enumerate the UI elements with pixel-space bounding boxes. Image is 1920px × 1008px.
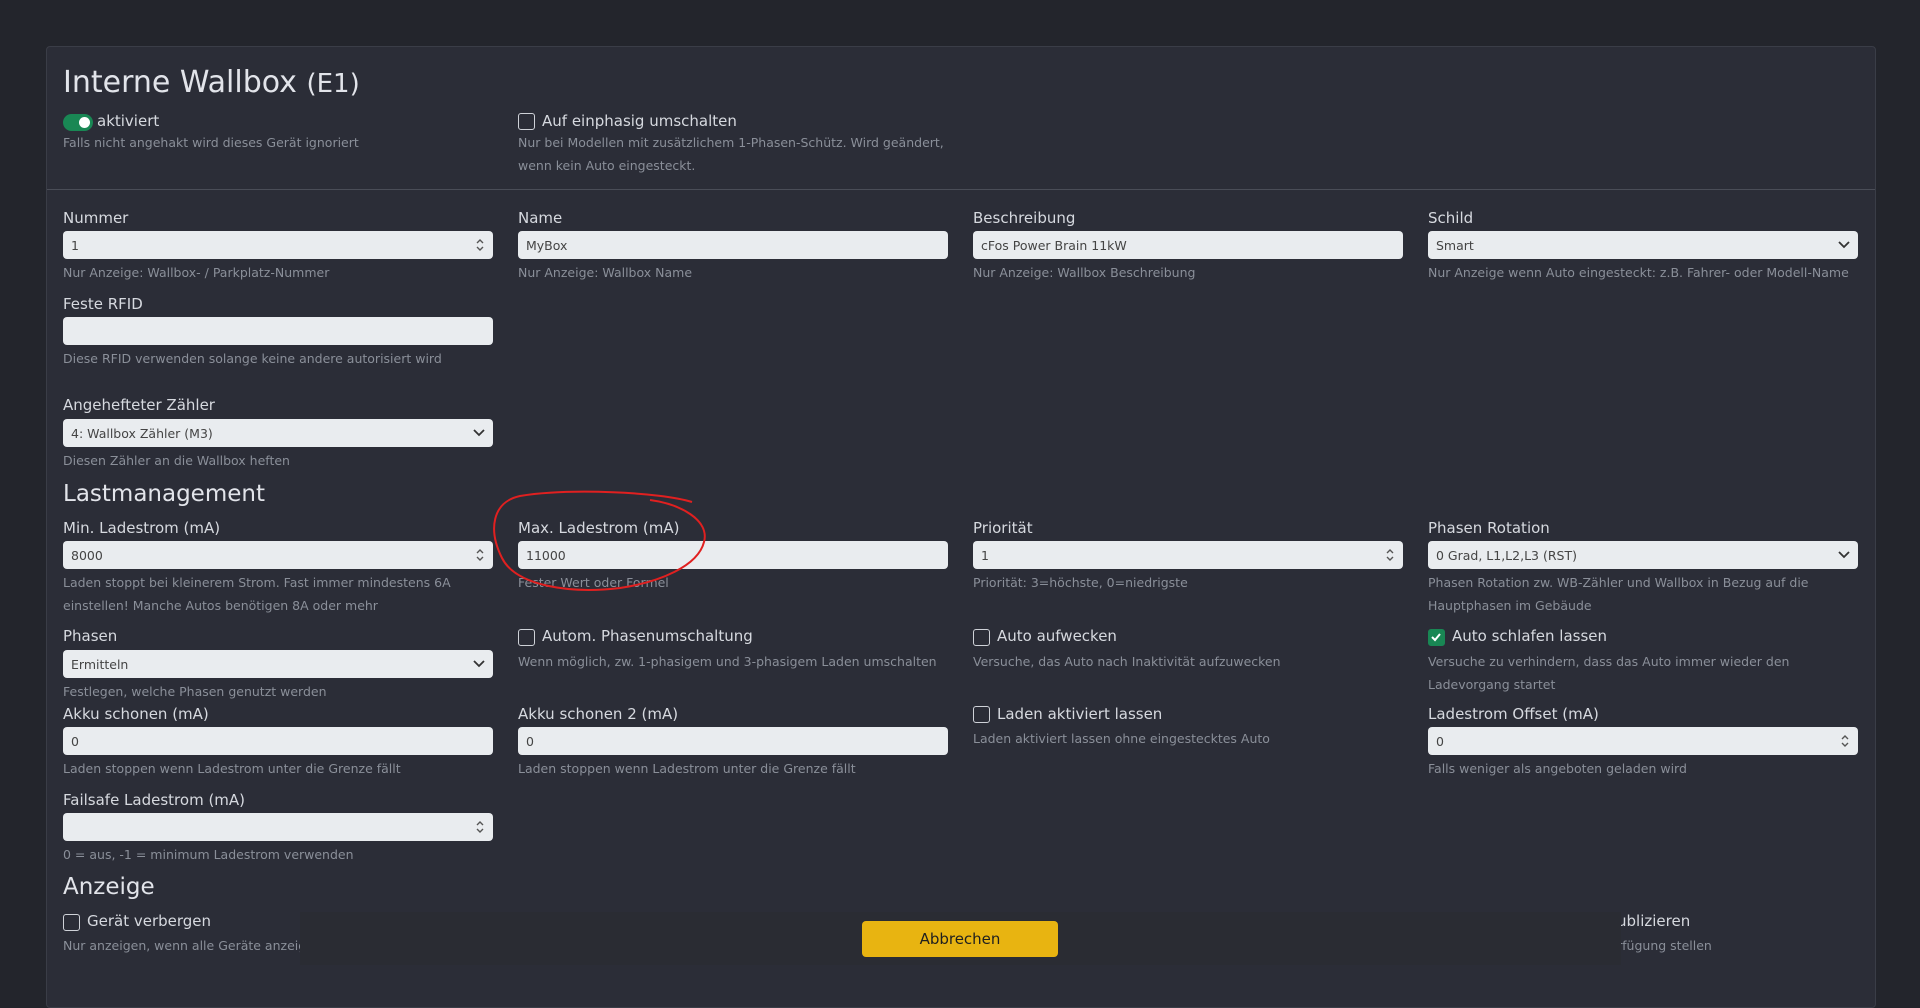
rfid-label: Feste RFID — [63, 295, 143, 313]
name-label: Name — [518, 209, 563, 227]
hide-device-checkbox[interactable] — [63, 914, 80, 931]
meter-label: Angehefteter Zähler — [63, 396, 215, 414]
wake-car-checkbox[interactable] — [973, 629, 990, 646]
min-current-label: Min. Ladestrom (mA) — [63, 519, 221, 537]
keep-charging-help: Laden aktiviert lassen ohne eingesteckte… — [973, 731, 1270, 746]
title-suffix: (E1) — [306, 69, 360, 99]
active-help: Falls nicht angehakt wird dieses Gerät i… — [63, 135, 359, 150]
current-offset-help: Falls weniger als angeboten geladen wird — [1428, 761, 1687, 776]
priority-input[interactable]: 1 — [973, 541, 1403, 569]
priority-help: Priorität: 3=höchste, 0=niedrigste — [973, 575, 1188, 590]
hide-device-help: Nur anzeigen, wenn alle Geräte anzeigen — [63, 938, 322, 953]
battery-save2-help: Laden stoppen wenn Ladestrom unter die G… — [518, 761, 856, 776]
active-toggle[interactable] — [63, 114, 93, 131]
sign-value: Smart — [1436, 237, 1474, 253]
number-help: Nur Anzeige: Wallbox- / Parkplatz-Nummer — [63, 265, 330, 280]
battery-save-help: Laden stoppen wenn Ladestrom unter die G… — [63, 761, 401, 776]
rfid-help: Diese RFID verwenden solange keine ander… — [63, 351, 442, 366]
cancel-button[interactable]: Abbrechen — [862, 921, 1058, 957]
phase-rotation-select[interactable]: 0 Grad, L1,L2,L3 (RST) — [1428, 541, 1858, 569]
keep-charging-checkbox[interactable] — [973, 706, 990, 723]
name-input[interactable]: MyBox — [518, 231, 948, 259]
sleep-car-checkbox[interactable] — [1428, 629, 1445, 646]
title-text: Interne Wallbox — [63, 65, 297, 100]
auto-phase-checkbox[interactable] — [518, 629, 535, 646]
wake-car-help: Versuche, das Auto nach Inaktivität aufz… — [973, 654, 1281, 669]
hide-device-label: Gerät verbergen — [87, 912, 212, 930]
spinner-icon[interactable] — [475, 547, 485, 563]
single-phase-label: Auf einphasig umschalten — [542, 112, 737, 130]
failsafe-help: 0 = aus, -1 = minimum Ladestrom verwende… — [63, 847, 354, 862]
section-lastmanagement: Lastmanagement — [63, 481, 265, 507]
battery-save-value: 0 — [71, 733, 79, 749]
phases-value: Ermitteln — [71, 656, 129, 672]
publish-help: rfügung stellen — [1617, 938, 1712, 953]
battery-save2-label: Akku schonen 2 (mA) — [518, 705, 679, 723]
min-current-input[interactable]: 8000 — [63, 541, 493, 569]
priority-label: Priorität — [973, 519, 1033, 537]
sign-help: Nur Anzeige wenn Auto eingesteckt: z.B. … — [1428, 265, 1849, 280]
name-value: MyBox — [526, 237, 568, 253]
number-label: Nummer — [63, 209, 129, 227]
description-label: Beschreibung — [973, 209, 1076, 227]
meter-value: 4: Wallbox Zähler (M3) — [71, 425, 213, 441]
chevron-down-icon — [1838, 241, 1850, 249]
section-anzeige: Anzeige — [63, 874, 155, 900]
wake-car-label: Auto aufwecken — [997, 627, 1117, 645]
failsafe-input[interactable] — [63, 813, 493, 841]
name-help: Nur Anzeige: Wallbox Name — [518, 265, 693, 280]
current-offset-input[interactable]: 0 — [1428, 727, 1858, 755]
number-value: 1 — [71, 237, 79, 253]
spinner-icon[interactable] — [475, 237, 485, 253]
phase-rotation-value: 0 Grad, L1,L2,L3 (RST) — [1436, 547, 1577, 563]
description-input[interactable]: cFos Power Brain 11kW — [973, 231, 1403, 259]
chevron-down-icon — [473, 660, 485, 668]
meter-help: Diesen Zähler an die Wallbox heften — [63, 453, 290, 468]
spinner-icon[interactable] — [475, 819, 485, 835]
number-input[interactable]: 1 — [63, 231, 493, 259]
failsafe-label: Failsafe Ladestrom (mA) — [63, 791, 246, 809]
check-icon — [1431, 633, 1441, 642]
chevron-down-icon — [473, 429, 485, 437]
current-offset-label: Ladestrom Offset (mA) — [1428, 705, 1599, 723]
phases-select[interactable]: Ermitteln — [63, 650, 493, 678]
sign-label: Schild — [1428, 209, 1474, 227]
phases-help: Festlegen, welche Phasen genutzt werden — [63, 684, 327, 699]
battery-save-label: Akku schonen (mA) — [63, 705, 209, 723]
phase-rotation-label: Phasen Rotation — [1428, 519, 1550, 537]
spinner-icon[interactable] — [1840, 733, 1850, 749]
battery-save-input[interactable]: 0 — [63, 727, 493, 755]
publish-label: ublizieren — [1617, 912, 1691, 930]
phases-label: Phasen — [63, 627, 118, 645]
active-label: aktiviert — [97, 112, 160, 130]
min-current-help: Laden stoppt bei kleinerem Strom. Fast i… — [63, 575, 451, 613]
wallbox-settings-card: Interne Wallbox (E1) aktiviert Falls nic… — [46, 46, 1876, 1008]
keep-charging-label: Laden aktiviert lassen — [997, 705, 1163, 723]
sleep-car-help: Versuche zu verhindern, dass das Auto im… — [1428, 654, 1790, 692]
current-offset-value: 0 — [1436, 733, 1444, 749]
single-phase-checkbox[interactable] — [518, 113, 535, 130]
action-footer: Abbrechen — [300, 912, 1621, 965]
min-current-value: 8000 — [71, 547, 103, 563]
page-title: Interne Wallbox (E1) — [63, 65, 360, 100]
single-phase-help: Nur bei Modellen mit zusätzlichem 1-Phas… — [518, 135, 944, 173]
annotation-circle — [493, 490, 706, 591]
sign-select[interactable]: Smart — [1428, 231, 1858, 259]
auto-phase-label: Autom. Phasenumschaltung — [542, 627, 753, 645]
description-help: Nur Anzeige: Wallbox Beschreibung — [973, 265, 1196, 280]
priority-value: 1 — [981, 547, 989, 563]
meter-select[interactable]: 4: Wallbox Zähler (M3) — [63, 419, 493, 447]
rfid-input[interactable] — [63, 317, 493, 345]
battery-save2-value: 0 — [526, 733, 534, 749]
divider — [47, 189, 1875, 190]
spinner-icon[interactable] — [1385, 547, 1395, 563]
auto-phase-help: Wenn möglich, zw. 1-phasigem und 3-phasi… — [518, 654, 937, 669]
phase-rotation-help: Phasen Rotation zw. WB-Zähler und Wallbo… — [1428, 575, 1809, 613]
description-value: cFos Power Brain 11kW — [981, 237, 1127, 253]
sleep-car-label: Auto schlafen lassen — [1452, 627, 1608, 645]
battery-save2-input[interactable]: 0 — [518, 727, 948, 755]
chevron-down-icon — [1838, 551, 1850, 559]
